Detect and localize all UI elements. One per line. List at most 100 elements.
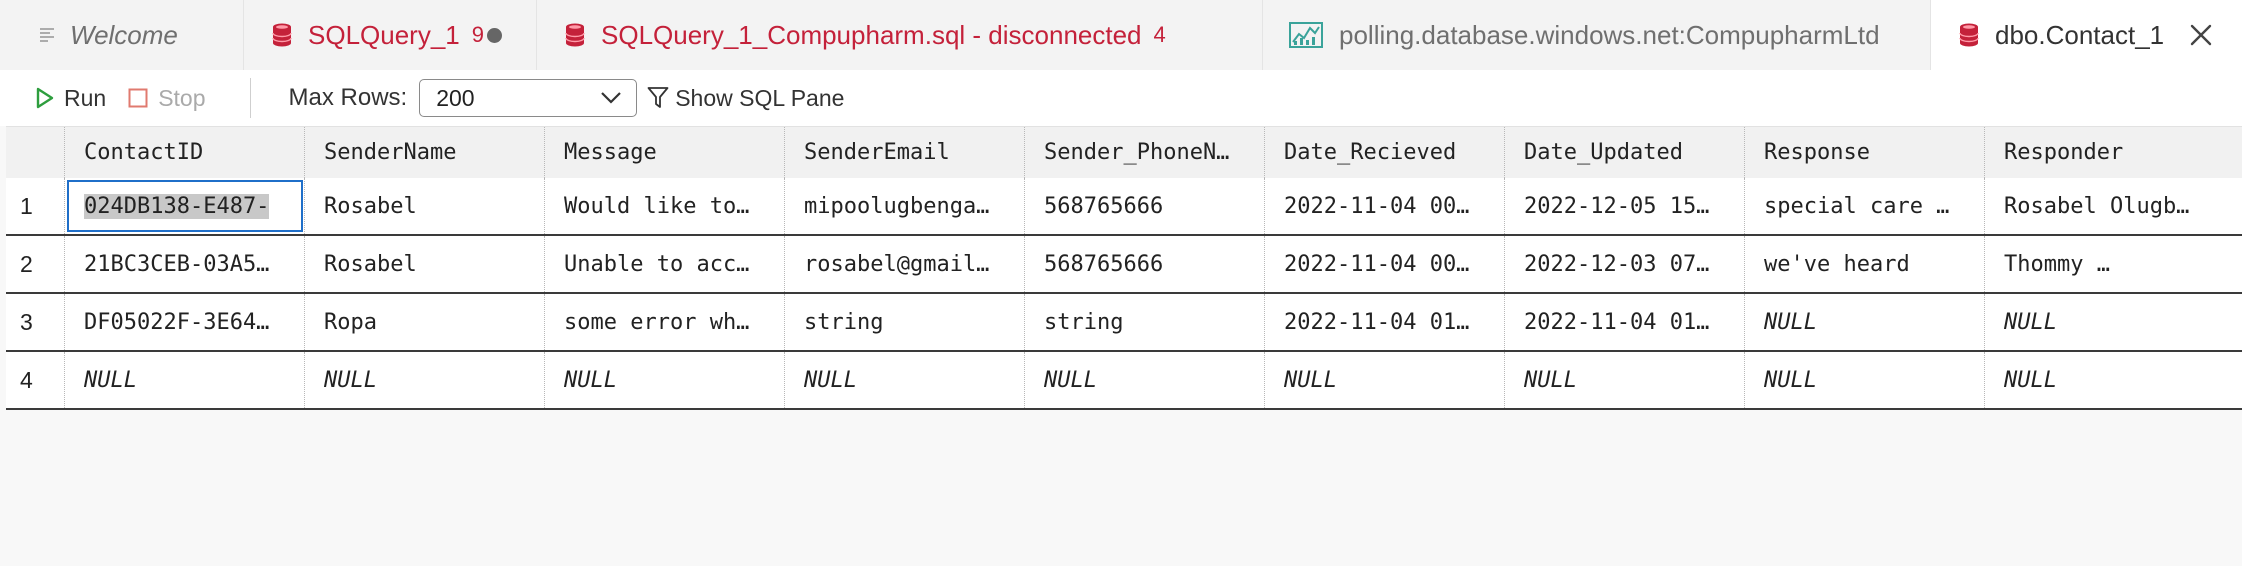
table-cell[interactable]: 2022-11-04 00… — [1265, 236, 1505, 292]
row-number[interactable]: 3 — [6, 294, 65, 350]
table-cell[interactable]: Rosabel — [305, 178, 545, 234]
row-number[interactable]: 4 — [6, 352, 65, 408]
cell-value: NULL — [2004, 309, 2057, 335]
cell-value: string — [1044, 309, 1124, 335]
table-cell[interactable]: Would like to… — [545, 178, 785, 234]
table-cell[interactable]: NULL — [65, 352, 305, 408]
column-header[interactable]: Sender_PhoneN… — [1025, 127, 1265, 178]
table-cell[interactable]: NULL — [305, 352, 545, 408]
table-cell[interactable]: 2022-12-03 07… — [1505, 236, 1745, 292]
table-cell[interactable]: NULL — [1745, 352, 1985, 408]
cell-value: 21BC3CEB-03A5… — [84, 251, 270, 277]
column-header[interactable]: Responder — [1985, 127, 2225, 178]
tab-server-dashboard[interactable]: polling.database.windows.net:CompupharmL… — [1263, 0, 1931, 70]
table-cell[interactable]: rosabel@gmail… — [785, 236, 1025, 292]
cell-value: NULL — [804, 367, 857, 393]
table-cell[interactable]: we've heard — [1745, 236, 1985, 292]
table-cell[interactable]: DF05022F-3E64… — [65, 294, 305, 350]
cell-value: NULL — [1524, 367, 1577, 393]
cell-value: DF05022F-3E64… — [84, 309, 270, 335]
cell-value: NULL — [564, 367, 617, 393]
table-row[interactable]: 2 21BC3CEB-03A5… Rosabel Unable to acc… rosa… — [6, 236, 2242, 294]
column-header[interactable]: SenderEmail — [785, 127, 1025, 178]
tab-welcome[interactable]: Welcome — [0, 0, 244, 70]
table-cell[interactable]: NULL — [1265, 352, 1505, 408]
table-row[interactable]: 1 024DB138-E487- Rosabel Would like to… mipo… — [6, 178, 2242, 236]
tab-bar: Welcome SQLQuery_1 9 SQLQuery_1_Compupha… — [0, 0, 2242, 70]
database-icon — [565, 23, 585, 47]
filter-icon — [647, 87, 669, 108]
table-cell[interactable]: Thommy … — [1985, 236, 2225, 292]
cell-value: 2022-11-04 01… — [1524, 309, 1710, 335]
table-cell[interactable]: NULL — [545, 352, 785, 408]
run-button[interactable]: Run — [36, 78, 106, 118]
table-cell[interactable]: Unable to acc… — [545, 236, 785, 292]
table-cell[interactable]: string — [1025, 294, 1265, 350]
unsaved-dot-icon[interactable] — [487, 28, 502, 43]
list-icon — [40, 27, 54, 43]
close-icon[interactable] — [2188, 22, 2214, 48]
table-cell[interactable]: NULL — [785, 352, 1025, 408]
cell-value: Would like to… — [564, 193, 750, 219]
column-header[interactable]: Message — [545, 127, 785, 178]
table-cell[interactable]: 2022-11-04 00… — [1265, 178, 1505, 234]
table-cell[interactable]: string — [785, 294, 1025, 350]
cell-value: Rosabel — [324, 251, 417, 277]
stop-label: Stop — [158, 84, 206, 111]
cell-value: NULL — [2004, 367, 2057, 393]
table-cell[interactable]: NULL — [1745, 294, 1985, 350]
table-cell[interactable]: Rosabel — [305, 236, 545, 292]
column-header[interactable]: SenderName — [305, 127, 545, 178]
cell-value: 568765666 — [1044, 193, 1164, 219]
cell-value: 2022-11-04 00… — [1284, 193, 1470, 219]
table-cell[interactable]: 2022-12-05 15… — [1505, 178, 1745, 234]
row-number[interactable]: 2 — [6, 236, 65, 292]
cell-value: string — [804, 309, 884, 335]
table-cell[interactable]: 21BC3CEB-03A5… — [65, 236, 305, 292]
table-cell[interactable]: Rosabel Olugb… — [1985, 178, 2225, 234]
table-row[interactable]: 3 DF05022F-3E64… Ropa some error wh… string s… — [6, 294, 2242, 352]
table-cell[interactable]: mipoolugbenga… — [785, 178, 1025, 234]
table-cell[interactable]: NULL — [1985, 352, 2225, 408]
max-rows-label: Max Rows: — [288, 84, 408, 111]
column-header[interactable]: ContactID — [65, 127, 305, 178]
table-cell[interactable]: 024DB138-E487- — [65, 178, 305, 234]
cell-value: 024DB138-E487- — [84, 193, 270, 219]
stop-button[interactable]: Stop — [128, 78, 206, 118]
row-number-header — [6, 127, 65, 178]
table-cell[interactable]: Ropa — [305, 294, 545, 350]
table-cell[interactable]: special care … — [1745, 178, 1985, 234]
cell-value: NULL — [1764, 367, 1817, 393]
results-grid: ContactID SenderName Message SenderEmail… — [6, 126, 2242, 410]
table-cell[interactable]: some error wh… — [545, 294, 785, 350]
show-sql-pane-button[interactable]: Show SQL Pane — [647, 78, 844, 118]
table-cell[interactable]: NULL — [1505, 352, 1745, 408]
cell-value: 2022-12-05 15… — [1524, 193, 1710, 219]
cell-value: some error wh… — [564, 309, 750, 335]
database-icon — [272, 23, 292, 47]
table-cell[interactable]: 2022-11-04 01… — [1505, 294, 1745, 350]
play-icon — [36, 87, 54, 109]
row-number[interactable]: 1 — [6, 178, 65, 234]
tab-sqlquery-1[interactable]: SQLQuery_1 9 — [244, 0, 537, 70]
grid-body: 1 024DB138-E487- Rosabel Would like to… mipo… — [6, 178, 2242, 410]
table-cell[interactable]: NULL — [1025, 352, 1265, 408]
table-cell[interactable]: 568765666 — [1025, 236, 1265, 292]
column-header[interactable]: Date_Recieved — [1265, 127, 1505, 178]
tab-dbo-contact-1[interactable]: dbo.Contact_1 — [1931, 0, 2242, 70]
problem-count-badge: 4 — [1153, 22, 1166, 47]
table-row[interactable]: 4 NULL NULL NULL NULL NULL NULL NULL NULL NULL — [6, 352, 2242, 410]
table-cell[interactable]: 2022-11-04 01… — [1265, 294, 1505, 350]
cell-value: Rosabel — [324, 193, 417, 219]
column-header[interactable]: Response — [1745, 127, 1985, 178]
stop-icon — [128, 88, 148, 108]
max-rows-select[interactable]: 200 — [419, 79, 638, 117]
tab-sqlquery-compupharm[interactable]: SQLQuery_1_Compupharm.sql - disconnected… — [537, 0, 1263, 70]
table-cell[interactable]: NULL — [1985, 294, 2225, 350]
problem-count-badge: 9 — [471, 22, 484, 47]
column-header[interactable]: Date_Updated — [1505, 127, 1745, 178]
tab-label: polling.database.windows.net:CompupharmL… — [1339, 19, 1880, 50]
table-cell[interactable]: 568765666 — [1025, 178, 1265, 234]
max-rows-value: 200 — [436, 84, 475, 111]
empty-grid-area — [6, 410, 2242, 566]
